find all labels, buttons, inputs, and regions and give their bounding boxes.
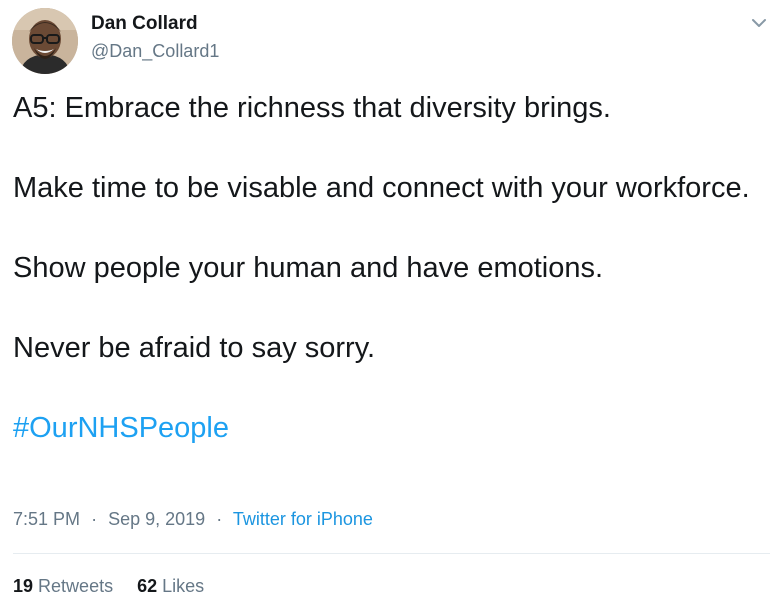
tweet-paragraph: A5: Embrace the richness that diversity … [13,92,611,124]
meta-separator: · [216,509,223,529]
tweet-stats: 19 Retweets 62 Likes [13,576,204,597]
likes-count: 62 [137,576,158,596]
tweet-paragraph: Never be afraid to say sorry. [13,332,376,364]
retweets-label: Retweets [38,576,114,596]
hashtag-link[interactable]: #OurNHSPeople [13,412,229,444]
retweets-stat[interactable]: 19 Retweets [13,576,113,596]
likes-stat[interactable]: 62 Likes [137,576,204,596]
tweet: Dan Collard @Dan_Collard1 A5: Embrace th… [0,0,783,605]
avatar[interactable] [12,8,78,74]
tweet-meta: 7:51 PM · Sep 9, 2019 · Twitter for iPho… [13,509,373,530]
tweet-source-link[interactable]: Twitter for iPhone [233,509,373,529]
author-display-name[interactable]: Dan Collard [91,13,198,35]
chevron-down-icon[interactable] [748,12,770,34]
tweet-paragraph: Make time to be visable and connect with… [13,172,750,204]
avatar-image [12,8,78,74]
author-handle[interactable]: @Dan_Collard1 [91,41,219,62]
tweet-date[interactable]: Sep 9, 2019 [108,509,205,529]
meta-separator: · [91,509,98,529]
tweet-paragraph: Show people your human and have emotions… [13,252,604,284]
likes-label: Likes [162,576,205,596]
tweet-text: A5: Embrace the richness that diversity … [13,88,773,448]
retweets-count: 19 [13,576,34,596]
divider [13,553,770,554]
tweet-time[interactable]: 7:51 PM [13,509,80,529]
